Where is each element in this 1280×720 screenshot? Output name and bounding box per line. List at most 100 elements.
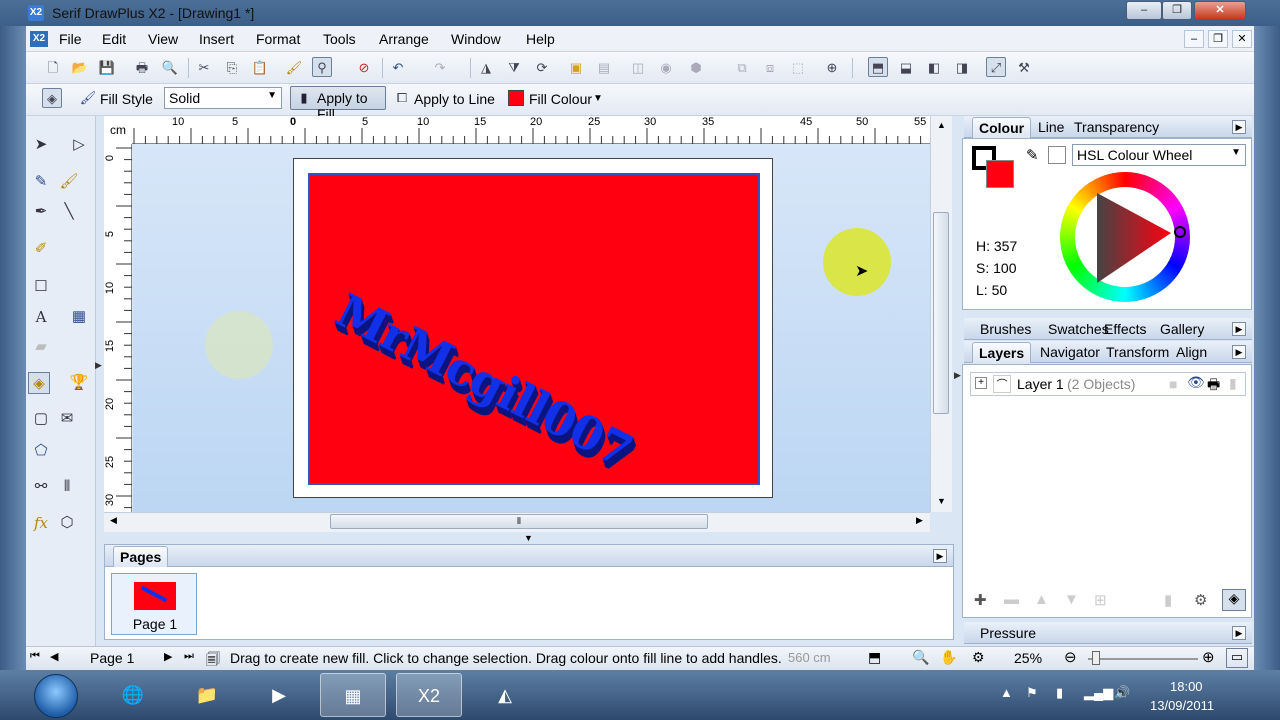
minimize-button[interactable]: – — [1126, 1, 1162, 20]
eraser-icon[interactable]: ✐ — [30, 238, 52, 260]
action-center-icon[interactable]: ⚑ — [1026, 685, 1038, 701]
scroll-up-icon[interactable]: ▲ — [937, 120, 946, 130]
distribute-icon[interactable]: ⧈ — [760, 58, 780, 78]
maximize-button[interactable]: ❐ — [1162, 1, 1192, 20]
merge-layer-icon[interactable]: ⊞ — [1094, 591, 1107, 609]
media-player-icon[interactable]: ▶ — [246, 673, 312, 717]
menu-tools[interactable]: Tools — [321, 30, 358, 48]
menu-insert[interactable]: Insert — [197, 30, 236, 48]
scroll-left-icon[interactable]: ◀ — [110, 515, 117, 526]
shape-builder-icon[interactable]: ⬢ — [686, 58, 706, 78]
collapse-bottom-icon[interactable]: ▼ — [524, 533, 533, 543]
panel-menu-icon[interactable]: ▶ — [1232, 626, 1246, 640]
combine-icon[interactable]: ◉ — [656, 58, 676, 78]
tab-colour[interactable]: Colour — [972, 117, 1032, 138]
menu-help[interactable]: Help — [524, 30, 557, 48]
transparency-tool-icon[interactable]: 🏆 — [68, 372, 90, 394]
fit-page-icon[interactable]: ▭ — [1226, 648, 1248, 668]
page-thumbnail[interactable]: Page 1 — [111, 573, 197, 635]
last-page-icon[interactable]: ⏭ — [184, 650, 194, 663]
first-page-icon[interactable]: ⏮ — [30, 650, 40, 663]
menu-file[interactable]: File — [57, 30, 84, 48]
zoom-in-icon[interactable]: ⊕ — [1202, 648, 1215, 666]
mdi-close-button[interactable]: ✕ — [1232, 30, 1252, 48]
tab-align[interactable]: Align — [1170, 342, 1213, 362]
snapping-icon[interactable]: ⊕ — [822, 58, 842, 78]
menu-window[interactable]: Window — [449, 30, 503, 48]
connector-icon[interactable]: ⤢ — [986, 57, 1006, 77]
align-icon[interactable]: ⧉ — [732, 58, 752, 78]
ruler-unit[interactable]: cm — [104, 116, 132, 144]
document-icon[interactable]: X2 — [30, 31, 48, 47]
pointer-icon[interactable]: ➤ — [30, 134, 52, 156]
vertical-scroll-thumb[interactable] — [933, 212, 949, 414]
add-layer-icon[interactable]: ✚ — [974, 591, 987, 609]
mdi-minimize-button[interactable]: – — [1184, 30, 1204, 48]
scroll-right-icon[interactable]: ▶ — [916, 515, 923, 526]
cut-icon[interactable]: ✂ — [194, 58, 214, 78]
panel-menu-icon[interactable]: ▶ — [1232, 322, 1246, 336]
print-preview-icon[interactable]: 🔍 — [160, 58, 180, 78]
zoom-out-icon[interactable]: ⊖ — [1064, 648, 1077, 666]
pan-tool-icon[interactable]: ✋ — [940, 649, 957, 666]
tab-brushes[interactable]: Brushes — [974, 319, 1037, 339]
text-tool-icon[interactable]: A — [30, 306, 52, 328]
flip-vertical-icon[interactable]: ⧩ — [504, 58, 524, 78]
print-icon[interactable]: 🖶 — [132, 58, 152, 78]
expand-icon[interactable]: + — [975, 377, 987, 389]
envelope-icon[interactable]: ✉ — [56, 408, 78, 430]
app-taskbar-icon-2[interactable]: ◭ — [472, 673, 538, 717]
eyedropper-icon[interactable]: ✎ — [1026, 146, 1039, 164]
zoom-tool-icon[interactable]: 🔍 — [912, 649, 929, 666]
volume-icon[interactable]: 🔊 — [1114, 685, 1130, 701]
drawplus-taskbar-icon[interactable]: X2 — [396, 673, 462, 717]
crop-icon[interactable]: ◫ — [628, 58, 648, 78]
fill-bucket-icon[interactable]: ◈ — [28, 372, 50, 394]
group-icon[interactable]: ▣ — [566, 58, 586, 78]
current-page[interactable]: Page 1 — [90, 650, 134, 666]
tab-navigator[interactable]: Navigator — [1034, 342, 1106, 362]
open-folder-icon[interactable]: 📂 — [70, 58, 90, 78]
zoom-slider[interactable] — [1088, 658, 1198, 660]
mdi-restore-button[interactable]: ❐ — [1208, 30, 1228, 48]
panel-menu-icon[interactable]: ▶ — [933, 549, 947, 563]
table-tool-icon[interactable]: ▦ — [68, 306, 90, 328]
crop-tool-icon[interactable]: ⬠ — [30, 440, 52, 462]
app-taskbar-icon-1[interactable]: ▦ — [320, 673, 386, 717]
horizontal-scroll-thumb[interactable]: ⦀ — [330, 514, 708, 529]
network-icon[interactable]: ▂▄▆ — [1084, 685, 1113, 701]
eye-icon[interactable]: 👁 — [1187, 374, 1205, 391]
hue-handle[interactable] — [1174, 226, 1186, 238]
show-hidden-icons[interactable]: ▲ — [1000, 685, 1013, 700]
tab-line[interactable]: Line — [1032, 117, 1070, 137]
fill-style-select[interactable]: Solid ▼ — [164, 87, 282, 109]
start-button[interactable] — [34, 674, 78, 718]
layer-properties-icon[interactable]: ▮ — [1164, 591, 1172, 609]
colour-wheel[interactable] — [1060, 172, 1190, 302]
clock-date[interactable]: 13/09/2011 — [1150, 698, 1214, 713]
lock-icon[interactable]: ■ — [1169, 376, 1177, 392]
chevron-down-icon[interactable]: ▼ — [593, 93, 603, 104]
close-button[interactable]: ✕ — [1194, 1, 1246, 20]
no-colour-swatch[interactable] — [1048, 146, 1066, 164]
panel-menu-icon[interactable]: ▶ — [1232, 120, 1246, 134]
save-icon[interactable]: 💾 — [97, 58, 117, 78]
fill-tool-icon[interactable]: ◈ — [42, 88, 62, 108]
node-tool-icon[interactable]: ▷ — [68, 134, 90, 156]
tab-effects[interactable]: Effects — [1098, 319, 1153, 339]
clock-time[interactable]: 18:00 — [1170, 679, 1203, 694]
menu-format[interactable]: Format — [254, 30, 302, 48]
format-painter-icon[interactable]: 🖌 — [284, 58, 304, 78]
forward-one-icon[interactable]: ◧ — [924, 58, 944, 78]
new-document-icon[interactable]: 🗋 — [43, 58, 63, 78]
wizard-icon[interactable]: ⚒ — [1014, 58, 1034, 78]
tab-transform[interactable]: Transform — [1100, 342, 1175, 362]
zoom-options-icon[interactable]: ⚙ — [972, 649, 985, 666]
pencil-icon[interactable]: ✎ — [30, 171, 52, 193]
power-icon[interactable]: ▮ — [1056, 685, 1063, 701]
apply-to-line-button[interactable]: Apply to Line — [414, 91, 495, 107]
tab-layers[interactable]: Layers — [972, 342, 1032, 363]
delete-layer-icon[interactable]: ▮ — [1229, 375, 1237, 392]
line-tool-icon[interactable]: ╲ — [58, 201, 80, 223]
undo-icon[interactable]: ↶ — [388, 58, 408, 78]
